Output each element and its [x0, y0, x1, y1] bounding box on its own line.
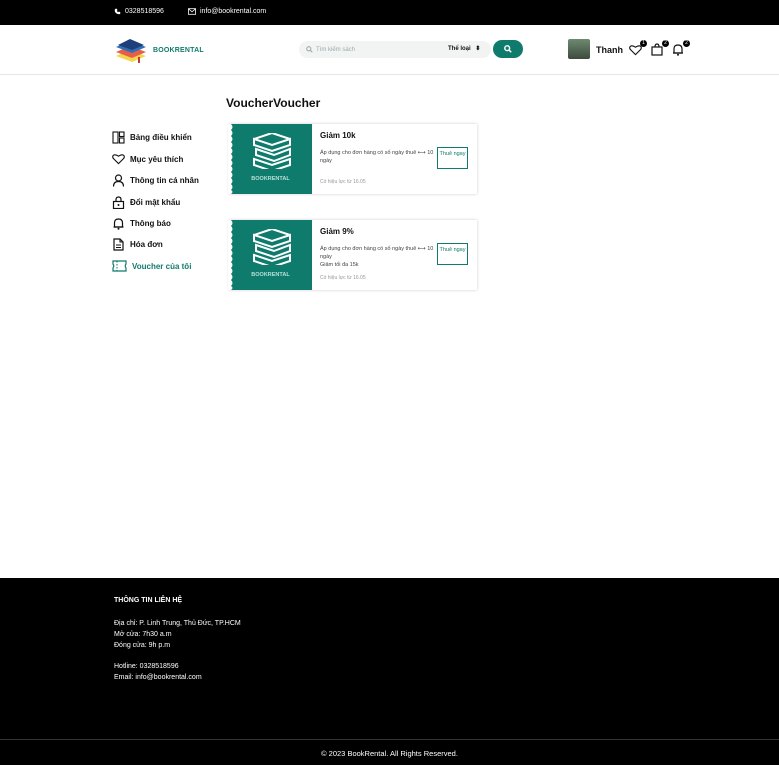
- search-icon: [504, 45, 512, 53]
- topbar-phone-text: 0328518596: [125, 8, 164, 15]
- books-stack-icon: [253, 229, 291, 265]
- username[interactable]: Thanh: [596, 45, 623, 55]
- footer: THÔNG TIN LIÊN HỆ Địa chỉ: P. Linh Trung…: [0, 578, 779, 765]
- footer-divider: [0, 739, 779, 740]
- ticket-icon: [112, 260, 127, 272]
- footer-close-hours: Đóng cửa: 9h p.m: [114, 642, 171, 649]
- cart-count-badge: 2: [662, 40, 669, 47]
- sidebar-item-invoices[interactable]: Hóa đơn: [112, 238, 163, 251]
- sidebar-item-dashboard[interactable]: Bảng điều khiển: [112, 131, 192, 144]
- phone-icon: [114, 8, 121, 15]
- header: BOOKRENTAL Tìm kiếm sách Thể loại ⬍ Than…: [0, 25, 779, 75]
- bell-icon: [673, 44, 683, 56]
- voucher-expiry: Có hiệu lực từ 16.05: [320, 275, 366, 281]
- ticket-edge-icon: [228, 220, 233, 290]
- avatar[interactable]: [568, 39, 590, 59]
- sidebar-item-label: Mục yêu thích: [130, 154, 184, 164]
- footer-address: Địa chỉ: P. Linh Trung, Thủ Đức, TP.HCM: [114, 620, 241, 627]
- category-select[interactable]: Thể loại ⬍: [448, 45, 480, 52]
- search-button[interactable]: [493, 40, 523, 58]
- footer-open-hours: Mở cửa: 7h30 a.m: [114, 631, 172, 638]
- heart-icon: [112, 154, 125, 165]
- footer-email[interactable]: Email: info@bookrental.com: [114, 674, 202, 681]
- voucher-max-discount: Giảm tối đa 15k: [320, 262, 359, 268]
- voucher-title: Giảm 10k: [320, 131, 356, 140]
- voucher-description: Áp dụng cho đơn hàng có số ngày thuê ⟷ 1…: [320, 150, 434, 164]
- logo[interactable]: BOOKRENTAL: [114, 36, 204, 64]
- rent-now-button[interactable]: Thuê ngay: [437, 147, 468, 169]
- logo-books-icon: [116, 39, 146, 63]
- search-bar[interactable]: Tìm kiếm sách Thể loại ⬍: [299, 41, 491, 58]
- sidebar-item-vouchers[interactable]: Voucher của tôi: [112, 260, 191, 272]
- topbar-email[interactable]: info@bookrental.com: [188, 8, 266, 15]
- notification-count-badge: 2: [683, 40, 690, 47]
- voucher-brand: BOOKRENTAL: [251, 272, 290, 278]
- footer-copyright: © 2023 BookRental. All Rights Reserved.: [321, 749, 458, 758]
- category-label: Thể loại: [448, 46, 471, 52]
- page-title: VoucherVoucher: [226, 96, 321, 110]
- shopping-bag-icon: [651, 43, 663, 56]
- top-bar: 0328518596 info@bookrental.com: [0, 0, 779, 25]
- invoice-icon: [113, 238, 124, 251]
- mail-icon: [188, 8, 196, 15]
- notification-button[interactable]: 2: [672, 40, 690, 57]
- search-input[interactable]: Tìm kiếm sách: [316, 47, 355, 53]
- user-icon: [112, 174, 125, 187]
- wishlist-button[interactable]: 1: [629, 40, 647, 57]
- footer-hotline[interactable]: Hotline: 0328518596: [114, 663, 179, 670]
- voucher-brand: BOOKRENTAL: [251, 176, 290, 182]
- voucher-description: Áp dụng cho đơn hàng có số ngày thuê ⟷ 1…: [320, 246, 434, 260]
- brand-name: BOOKRENTAL: [153, 46, 204, 54]
- voucher-card: BOOKRENTAL Giảm 10k Áp dụng cho đơn hàng…: [228, 124, 477, 194]
- sidebar-item-profile[interactable]: Thông tin cá nhân: [112, 174, 199, 187]
- sort-arrows-icon: ⬍: [475, 46, 481, 52]
- sidebar-item-favorites[interactable]: Mục yêu thích: [112, 153, 183, 165]
- lock-icon: [112, 196, 125, 209]
- cart-button[interactable]: 2: [651, 40, 669, 57]
- voucher-expiry: Có hiệu lực từ 16.05: [320, 179, 366, 185]
- dashboard-icon: [112, 131, 125, 144]
- wishlist-count-badge: 1: [640, 40, 647, 47]
- sidebar-item-label: Thông tin cá nhân: [130, 176, 199, 185]
- voucher-title: Giảm 9%: [320, 227, 354, 236]
- voucher-card: BOOKRENTAL Giảm 9% Áp dụng cho đơn hàng …: [228, 220, 477, 290]
- topbar-email-text: info@bookrental.com: [200, 8, 267, 15]
- voucher-stub: BOOKRENTAL: [228, 220, 312, 290]
- sidebar-item-label: Bảng điều khiển: [130, 133, 192, 142]
- sidebar-item-label: Đổi mật khẩu: [130, 198, 181, 207]
- sidebar-item-label: Hóa đơn: [130, 240, 163, 249]
- voucher-stub: BOOKRENTAL: [228, 124, 312, 194]
- bell-icon: [113, 218, 124, 230]
- sidebar-item-label: Thông báo: [130, 219, 171, 228]
- ticket-edge-icon: [228, 124, 233, 194]
- rent-now-button[interactable]: Thuê ngay: [437, 243, 468, 265]
- sidebar-item-change-password[interactable]: Đổi mật khẩu: [112, 196, 180, 209]
- topbar-phone[interactable]: 0328518596: [114, 8, 164, 15]
- footer-heading: THÔNG TIN LIÊN HỆ: [114, 597, 183, 604]
- sidebar-item-label: Voucher của tôi: [132, 261, 192, 271]
- books-stack-icon: [253, 133, 291, 169]
- sidebar-item-notifications[interactable]: Thông báo: [112, 217, 171, 230]
- search-icon: [306, 46, 313, 53]
